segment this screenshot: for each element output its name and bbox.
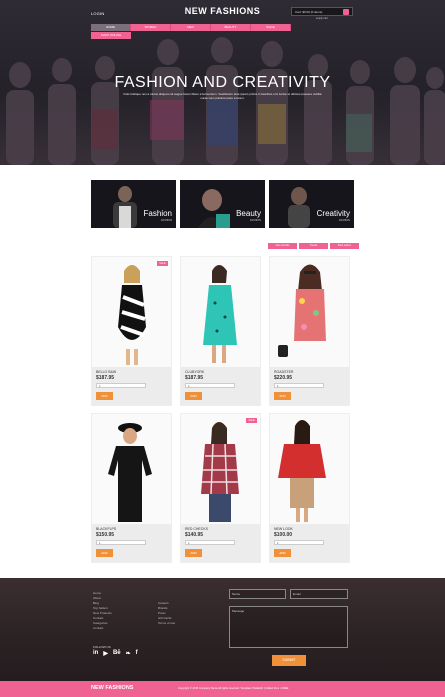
product-price: $187.95 bbox=[185, 375, 204, 381]
creativity-model-image bbox=[288, 187, 310, 228]
quantity-input[interactable]: 1 bbox=[185, 383, 235, 388]
product-name[interactable]: CLUBYORK bbox=[185, 370, 204, 374]
product-price: $220.95 bbox=[274, 375, 293, 381]
add-to-cart-button[interactable]: ADD bbox=[96, 392, 113, 400]
product-name[interactable]: BLACKFLPS bbox=[96, 527, 116, 531]
cart-label: Cart: $0.00 (0 items) bbox=[295, 9, 323, 14]
social-icons: in ▶ Bē ❧ f bbox=[93, 650, 138, 657]
product-image[interactable] bbox=[181, 414, 260, 524]
category-sub: FASHION bbox=[339, 219, 350, 222]
nav-item-shoe[interactable]: SHOE bbox=[251, 24, 291, 31]
twitter-icon[interactable]: ❧ bbox=[126, 650, 131, 657]
main-nav: HOME WOMEN MEN BEAUTY SHOE bbox=[91, 24, 291, 31]
footer-link[interactable]: Terms of use bbox=[158, 621, 175, 626]
footer bbox=[0, 578, 445, 681]
product-image[interactable] bbox=[92, 257, 171, 367]
follow-us-label: FOLLOW US bbox=[93, 645, 111, 649]
add-to-cart-button[interactable]: ADD bbox=[96, 549, 113, 557]
copyright-text: Copyright © 2015 Company Name All rights… bbox=[178, 687, 289, 690]
product-image[interactable] bbox=[270, 414, 349, 524]
quantity-input[interactable]: 1 bbox=[274, 383, 324, 388]
category-tile-fashion[interactable]: Fashion FASHION bbox=[91, 180, 176, 228]
nav-item-men[interactable]: MEN bbox=[171, 24, 211, 31]
cart-sub-label: empty cart bbox=[316, 17, 328, 20]
product-image[interactable] bbox=[181, 257, 260, 367]
email-field[interactable]: Email bbox=[290, 589, 348, 599]
footer-link[interactable]: Contact bbox=[93, 626, 112, 631]
bottom-bar: NEW FASHIONS Copyright © 2015 Company Na… bbox=[0, 681, 445, 697]
category-tile-creativity[interactable]: Creativity FASHION bbox=[269, 180, 354, 228]
product-price: $100.00 bbox=[274, 532, 293, 538]
product-card[interactable]: BLACKFLPS $150.95 1 ADD bbox=[91, 413, 172, 563]
add-to-cart-button[interactable]: ADD bbox=[185, 549, 202, 557]
category-tile-beauty[interactable]: Beauty FASHION bbox=[180, 180, 265, 228]
tab-trends[interactable]: Trends bbox=[299, 243, 328, 249]
quantity-input[interactable]: 1 bbox=[185, 540, 235, 545]
product-name[interactable]: RED CHECKS bbox=[185, 527, 208, 531]
nav-item-beauty[interactable]: BEAUTY bbox=[211, 24, 251, 31]
cart-button[interactable]: Cart: $0.00 (0 items) bbox=[291, 7, 353, 16]
quantity-input[interactable]: 1 bbox=[96, 540, 146, 545]
add-to-cart-button[interactable]: ADD bbox=[274, 549, 291, 557]
product-filter-tabs: New arrivals Trends Best sellers bbox=[266, 243, 359, 249]
product-card[interactable]: SALE BELLO B&W $187.95 1 ADD bbox=[91, 256, 172, 406]
footer-links-secondary: Careers Brands Press Gift Cards Terms of… bbox=[158, 601, 175, 626]
sale-badge: SALE bbox=[246, 418, 257, 423]
category-name: Creativity bbox=[316, 209, 350, 218]
product-name[interactable]: NEW LOOK bbox=[274, 527, 293, 531]
hero-title: FASHION AND CREATIVITY bbox=[114, 74, 331, 91]
sale-badge: SALE bbox=[157, 261, 168, 266]
message-field[interactable]: Message bbox=[229, 606, 348, 648]
product-price: $140.95 bbox=[185, 532, 204, 538]
quantity-input[interactable]: 1 bbox=[96, 383, 146, 388]
product-name[interactable]: BELLO B&W bbox=[96, 370, 116, 374]
beauty-model-image bbox=[198, 189, 230, 228]
product-image[interactable] bbox=[92, 414, 171, 524]
facebook-icon[interactable]: f bbox=[136, 650, 138, 657]
product-name[interactable]: ROADSTER bbox=[274, 370, 293, 374]
nav-item-home[interactable]: HOME bbox=[91, 24, 131, 31]
quantity-input[interactable]: 1 bbox=[274, 540, 324, 545]
tab-best-sellers[interactable]: Best sellers bbox=[330, 243, 359, 249]
behance-icon[interactable]: Bē bbox=[113, 650, 121, 657]
name-field[interactable]: Name bbox=[229, 589, 286, 599]
product-card[interactable]: SALE RED CHECKS $140.95 1 ADD bbox=[180, 413, 261, 563]
footer-brand[interactable]: NEW FASHIONS bbox=[91, 685, 133, 691]
site-brand[interactable]: NEW FASHIONS bbox=[0, 6, 445, 16]
product-card[interactable]: CLUBYORK $187.95 1 ADD bbox=[180, 256, 261, 406]
nav-subitem-shop-online[interactable]: SHOP ONLINE bbox=[91, 32, 131, 39]
product-image[interactable] bbox=[270, 257, 349, 367]
add-to-cart-button[interactable]: ADD bbox=[185, 392, 202, 400]
youtube-icon[interactable]: ▶ bbox=[103, 650, 108, 657]
category-name: Beauty bbox=[236, 209, 261, 218]
product-price: $187.95 bbox=[96, 375, 115, 381]
tab-new-arrivals[interactable]: New arrivals bbox=[268, 243, 297, 249]
category-sub: FASHION bbox=[250, 219, 261, 222]
category-sub: FASHION bbox=[161, 219, 172, 222]
cart-icon bbox=[343, 8, 349, 15]
submit-button[interactable]: SUBMIT bbox=[272, 655, 306, 666]
fashion-model-image bbox=[113, 186, 137, 228]
footer-links: Home About Blog Top Sellers New Products… bbox=[93, 591, 112, 631]
nav-item-women[interactable]: WOMEN bbox=[131, 24, 171, 31]
linkedin-icon[interactable]: in bbox=[93, 650, 98, 657]
product-card[interactable]: ROADSTER $220.95 1 ADD bbox=[269, 256, 350, 406]
product-card[interactable]: NEW LOOK $100.00 1 ADD bbox=[269, 413, 350, 563]
category-name: Fashion bbox=[143, 209, 172, 218]
product-price: $150.95 bbox=[96, 532, 115, 538]
add-to-cart-button[interactable]: ADD bbox=[274, 392, 291, 400]
hero-subtitle: Duis tristique non a varius aliquam sit … bbox=[123, 92, 322, 100]
